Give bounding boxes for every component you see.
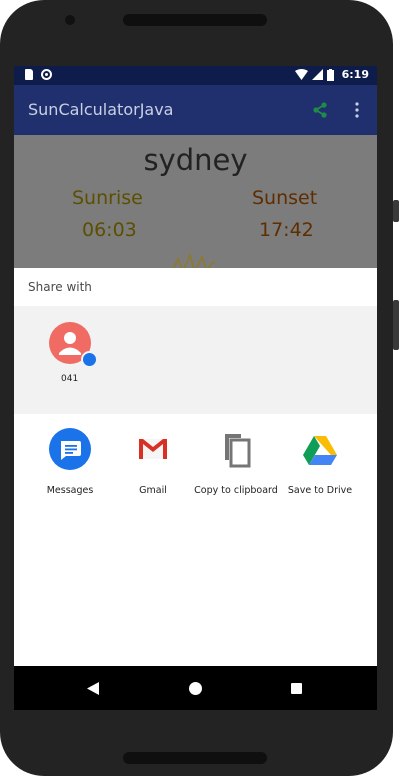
save-to-drive-label: Save to Drive — [287, 485, 353, 496]
sunset-time: 17:42 — [259, 219, 314, 241]
gmail-icon — [132, 428, 174, 470]
home-icon[interactable] — [189, 682, 202, 695]
bottom-speaker — [123, 752, 267, 764]
messages-badge-icon — [81, 351, 98, 368]
sunrise-time: 06:03 — [82, 219, 137, 241]
share-apps-row: Messages Gmail Copy to clipboard Save to… — [14, 428, 377, 498]
more-vert-icon[interactable] — [355, 102, 359, 118]
battery-icon — [326, 68, 334, 81]
share-target-clipboard[interactable]: Copy to clipboard — [190, 428, 282, 496]
share-target-drive[interactable]: Save to Drive — [274, 428, 366, 496]
city-name: sydney — [143, 143, 248, 177]
sunrise-label: Sunrise — [72, 187, 143, 209]
sun-info-panel: sydney Sunrise Sunset 06:03 17:42 — [14, 135, 377, 271]
messages-label: Messages — [46, 485, 94, 496]
navigation-bar — [14, 666, 377, 710]
recent-apps-icon[interactable] — [291, 683, 302, 694]
notification-icon — [41, 69, 52, 80]
status-bar: 6:19 — [14, 66, 377, 85]
status-time: 6:19 — [341, 68, 369, 81]
app-bar: SunCalculatorJava — [14, 85, 377, 135]
screen: 6:19 SunCalculatorJava sydney Sunrise Su… — [14, 66, 377, 710]
wifi-icon — [294, 69, 308, 80]
share-icon[interactable] — [312, 102, 328, 118]
phone-frame: 6:19 SunCalculatorJava sydney Sunrise Su… — [0, 0, 393, 776]
copy-to-clipboard-label: Copy to clipboard — [194, 485, 278, 496]
share-target-gmail[interactable]: Gmail — [107, 428, 199, 496]
side-button-lower — [393, 300, 399, 350]
share-sheet-title: Share with — [28, 280, 92, 294]
back-icon[interactable] — [87, 682, 99, 695]
sd-card-icon — [25, 69, 33, 80]
messages-icon — [49, 428, 91, 470]
copy-icon — [215, 428, 257, 470]
sunset-label: Sunset — [252, 187, 318, 209]
gmail-label: Gmail — [139, 485, 167, 496]
front-camera — [65, 15, 75, 25]
share-sheet: Share with 041 Messages Gmail Copy to cl… — [14, 268, 377, 666]
top-speaker — [123, 14, 267, 26]
drive-icon — [299, 428, 341, 470]
signal-icon — [311, 69, 323, 80]
direct-share-row: 041 — [14, 306, 377, 414]
side-button-upper — [393, 200, 399, 222]
contact-label: 041 — [61, 374, 79, 384]
share-target-messages[interactable]: Messages — [24, 428, 116, 496]
app-title: SunCalculatorJava — [28, 100, 174, 119]
